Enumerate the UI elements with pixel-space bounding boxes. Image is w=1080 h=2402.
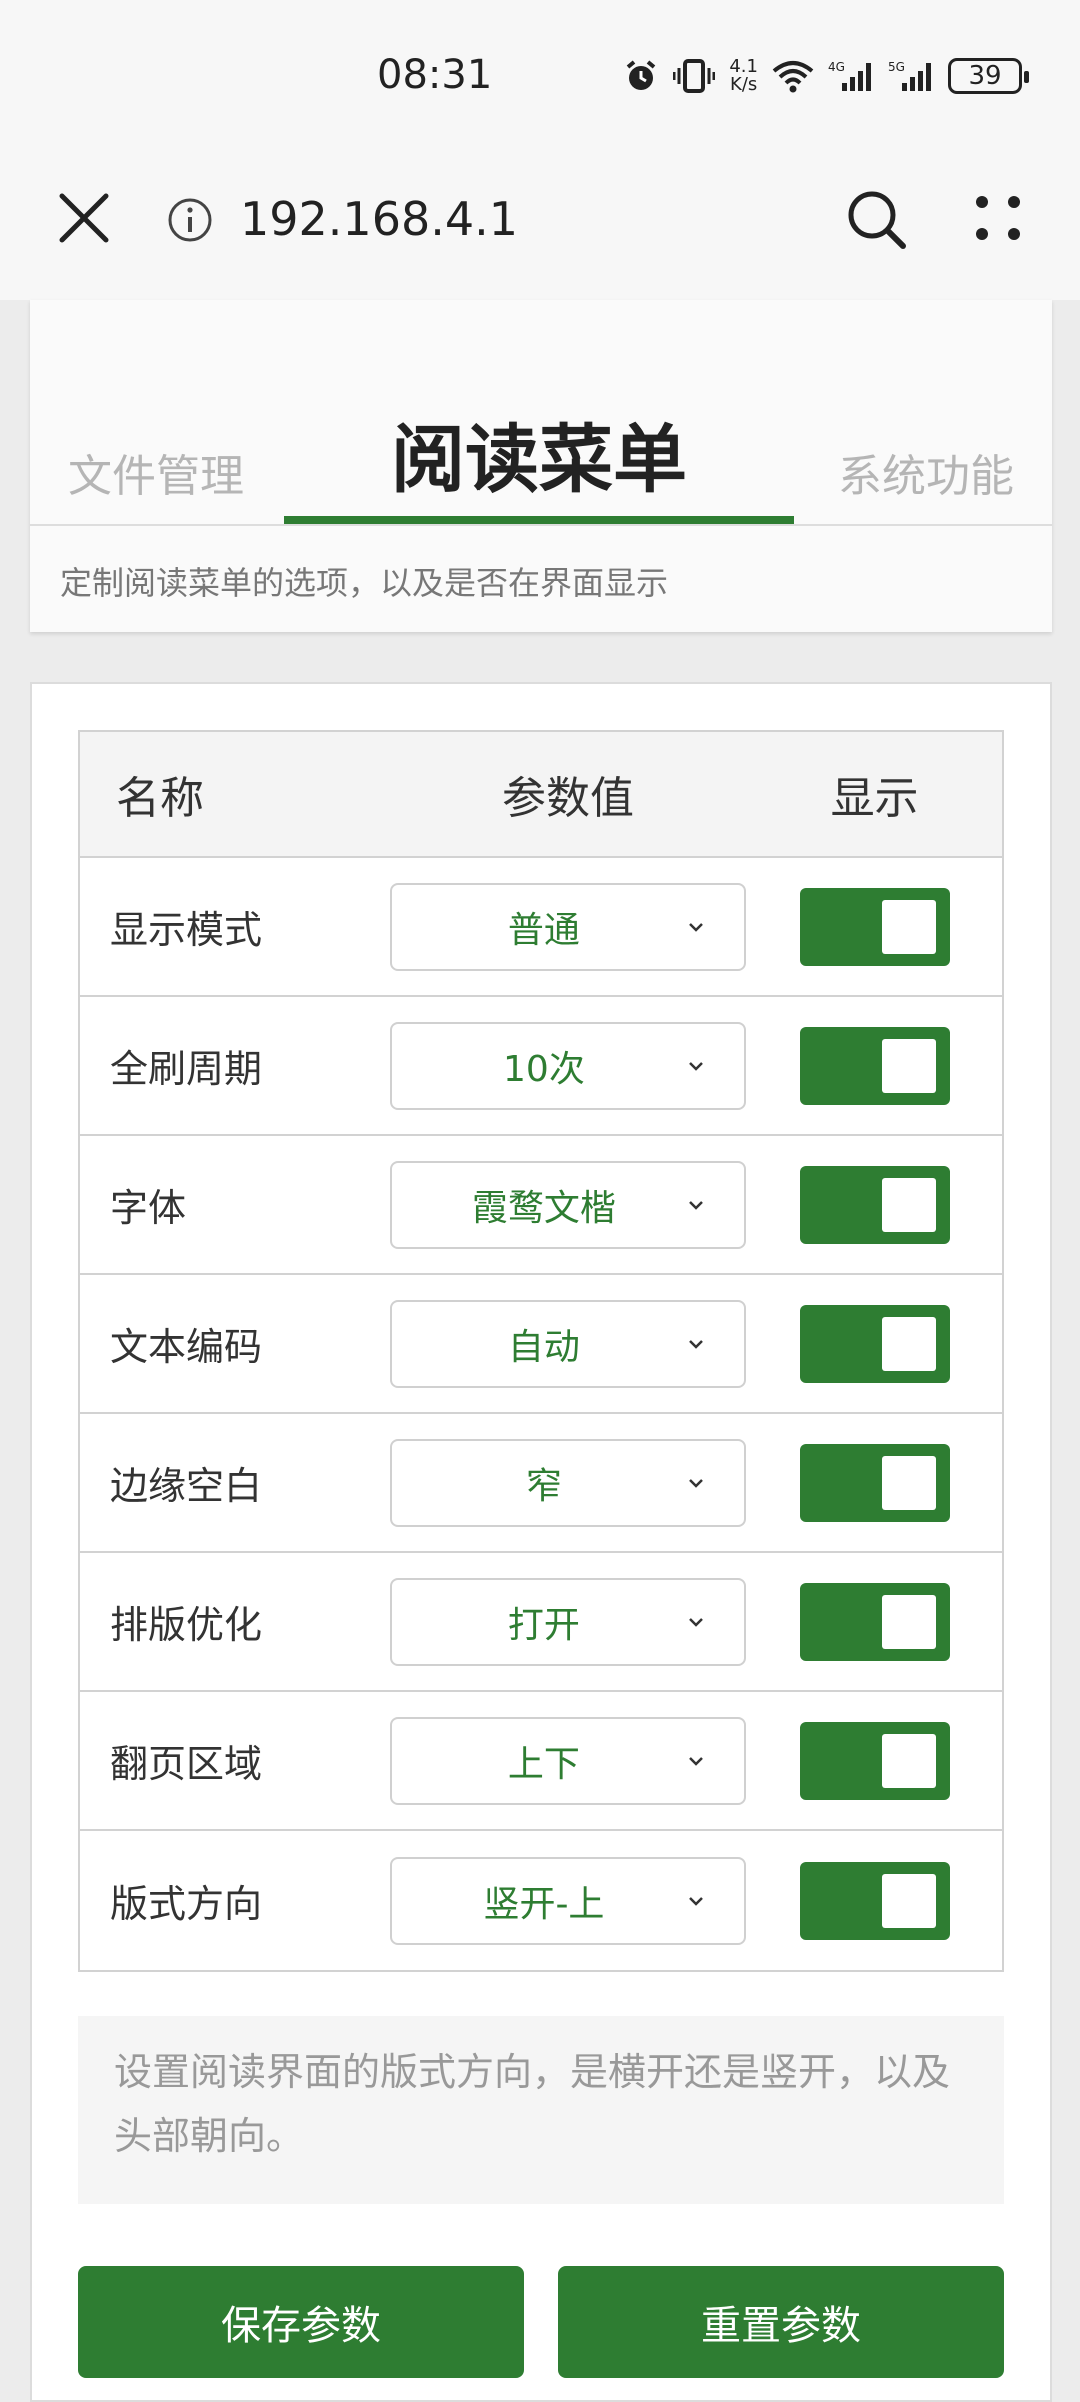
select-value: 竖开-上 — [483, 1883, 605, 1925]
toggle-knob — [881, 1177, 936, 1232]
chevron-down-icon — [689, 1200, 703, 1210]
row-name: 翻页区域 — [110, 1742, 263, 1786]
table-row: 全刷周期 10次 — [80, 997, 1002, 1136]
show-toggle[interactable] — [799, 1861, 950, 1940]
close-icon[interactable] — [56, 190, 112, 246]
table-row: 版式方向 竖开-上 — [80, 1831, 1002, 1970]
table-header: 名称 参数值 显示 — [80, 732, 1002, 858]
save-button[interactable]: 保存参数 — [78, 2266, 524, 2378]
chevron-down-icon — [689, 1617, 703, 1627]
value-select[interactable]: 10次 — [389, 1021, 746, 1110]
chevron-down-icon — [689, 1478, 703, 1488]
toggle-knob — [881, 1733, 936, 1788]
network-speed: 4.1 K/s — [729, 58, 758, 94]
toggle-knob — [881, 1038, 936, 1093]
wifi-icon — [772, 61, 814, 93]
chevron-down-icon — [689, 1756, 703, 1766]
signal-4g-icon: 4G — [828, 60, 871, 91]
table-row: 字体 霞鹜文楷 — [80, 1136, 1002, 1275]
table-row: 边缘空白 窄 — [80, 1414, 1002, 1553]
search-icon[interactable] — [845, 188, 909, 252]
table-row: 显示模式 普通 — [80, 858, 1002, 997]
value-select[interactable]: 竖开-上 — [389, 1856, 746, 1945]
tab-file-manager[interactable]: 文件管理 — [68, 440, 244, 504]
show-toggle[interactable] — [799, 1165, 950, 1244]
info-icon[interactable] — [166, 196, 214, 244]
more-icon[interactable] — [970, 190, 1026, 246]
row-name: 全刷周期 — [110, 1047, 263, 1091]
show-toggle[interactable] — [799, 1721, 950, 1800]
chevron-down-icon — [689, 1896, 703, 1906]
select-value: 上下 — [507, 1743, 580, 1785]
show-toggle[interactable] — [799, 1582, 950, 1661]
chevron-down-icon — [689, 1061, 703, 1071]
speed-unit: K/s — [730, 74, 758, 95]
show-toggle[interactable] — [799, 1304, 950, 1383]
battery-level: 39 — [968, 61, 1002, 91]
status-icons: 4.1 K/s 4G 5G 39 — [623, 58, 1029, 94]
url-text[interactable]: 192.168.4.1 — [240, 192, 518, 246]
tab-description: 定制阅读菜单的选项，以及是否在界面显示 — [60, 564, 669, 602]
table-row: 排版优化 打开 — [80, 1553, 1002, 1692]
status-bar: 08:31 4.1 K/s 4G 5G 39 — [0, 0, 1080, 160]
vibrate-icon — [673, 59, 716, 93]
settings-card: 名称 参数值 显示 显示模式 普通 全刷周期 10次 字体 霞鹜文楷 文本编码 … — [30, 682, 1052, 2402]
active-tab-indicator — [284, 516, 794, 524]
show-toggle[interactable] — [799, 1443, 950, 1522]
table-row: 文本编码 自动 — [80, 1275, 1002, 1414]
value-select[interactable]: 自动 — [389, 1299, 746, 1388]
table-row: 翻页区域 上下 — [80, 1692, 1002, 1831]
browser-toolbar — [0, 160, 1080, 300]
tabs-card: 文件管理 阅读菜单 系统功能 定制阅读菜单的选项，以及是否在界面显示 — [30, 300, 1052, 632]
value-select[interactable]: 普通 — [389, 882, 746, 971]
show-toggle[interactable] — [799, 887, 950, 966]
row-name: 字体 — [110, 1186, 187, 1230]
chevron-down-icon — [689, 1339, 703, 1349]
chevron-down-icon — [689, 922, 703, 932]
value-select[interactable]: 打开 — [389, 1577, 746, 1666]
svg-text:5G: 5G — [888, 60, 905, 74]
select-value: 窄 — [525, 1465, 562, 1507]
row-name: 边缘空白 — [110, 1464, 263, 1508]
status-time: 08:31 — [377, 52, 493, 98]
select-value: 10次 — [503, 1048, 585, 1090]
settings-table: 名称 参数值 显示 显示模式 普通 全刷周期 10次 字体 霞鹜文楷 文本编码 … — [78, 730, 1004, 1972]
row-name: 显示模式 — [110, 908, 263, 952]
tab-reading-menu[interactable]: 阅读菜单 — [284, 400, 794, 507]
svg-text:4G: 4G — [828, 60, 845, 74]
select-value: 自动 — [507, 1326, 580, 1368]
row-name: 文本编码 — [110, 1325, 263, 1369]
toggle-knob — [881, 899, 936, 954]
header-show: 显示 — [830, 773, 919, 824]
toggle-knob — [881, 1455, 936, 1510]
header-name: 名称 — [116, 773, 204, 824]
reset-button[interactable]: 重置参数 — [558, 2266, 1004, 2378]
toggle-knob — [881, 1316, 936, 1371]
row-name: 版式方向 — [110, 1882, 263, 1926]
value-select[interactable]: 窄 — [389, 1438, 746, 1527]
alarm-icon — [627, 60, 656, 90]
battery-icon: 39 — [948, 58, 1029, 94]
select-value: 普通 — [507, 909, 580, 951]
signal-5g-icon: 5G — [888, 60, 931, 91]
header-value: 参数值 — [501, 773, 634, 824]
row-name: 排版优化 — [110, 1603, 263, 1647]
tab-system-functions[interactable]: 系统功能 — [838, 440, 1014, 504]
value-select[interactable]: 霞鹜文楷 — [389, 1160, 746, 1249]
select-value: 霞鹜文楷 — [471, 1187, 616, 1229]
value-select[interactable]: 上下 — [389, 1716, 746, 1805]
show-toggle[interactable] — [799, 1026, 950, 1105]
hint-text: 设置阅读界面的版式方向，是横开还是竖开，以及头部朝向。 — [78, 2016, 1004, 2204]
toggle-knob — [881, 1873, 936, 1928]
toggle-knob — [881, 1594, 936, 1649]
select-value: 打开 — [507, 1604, 580, 1646]
divider — [30, 524, 1052, 526]
